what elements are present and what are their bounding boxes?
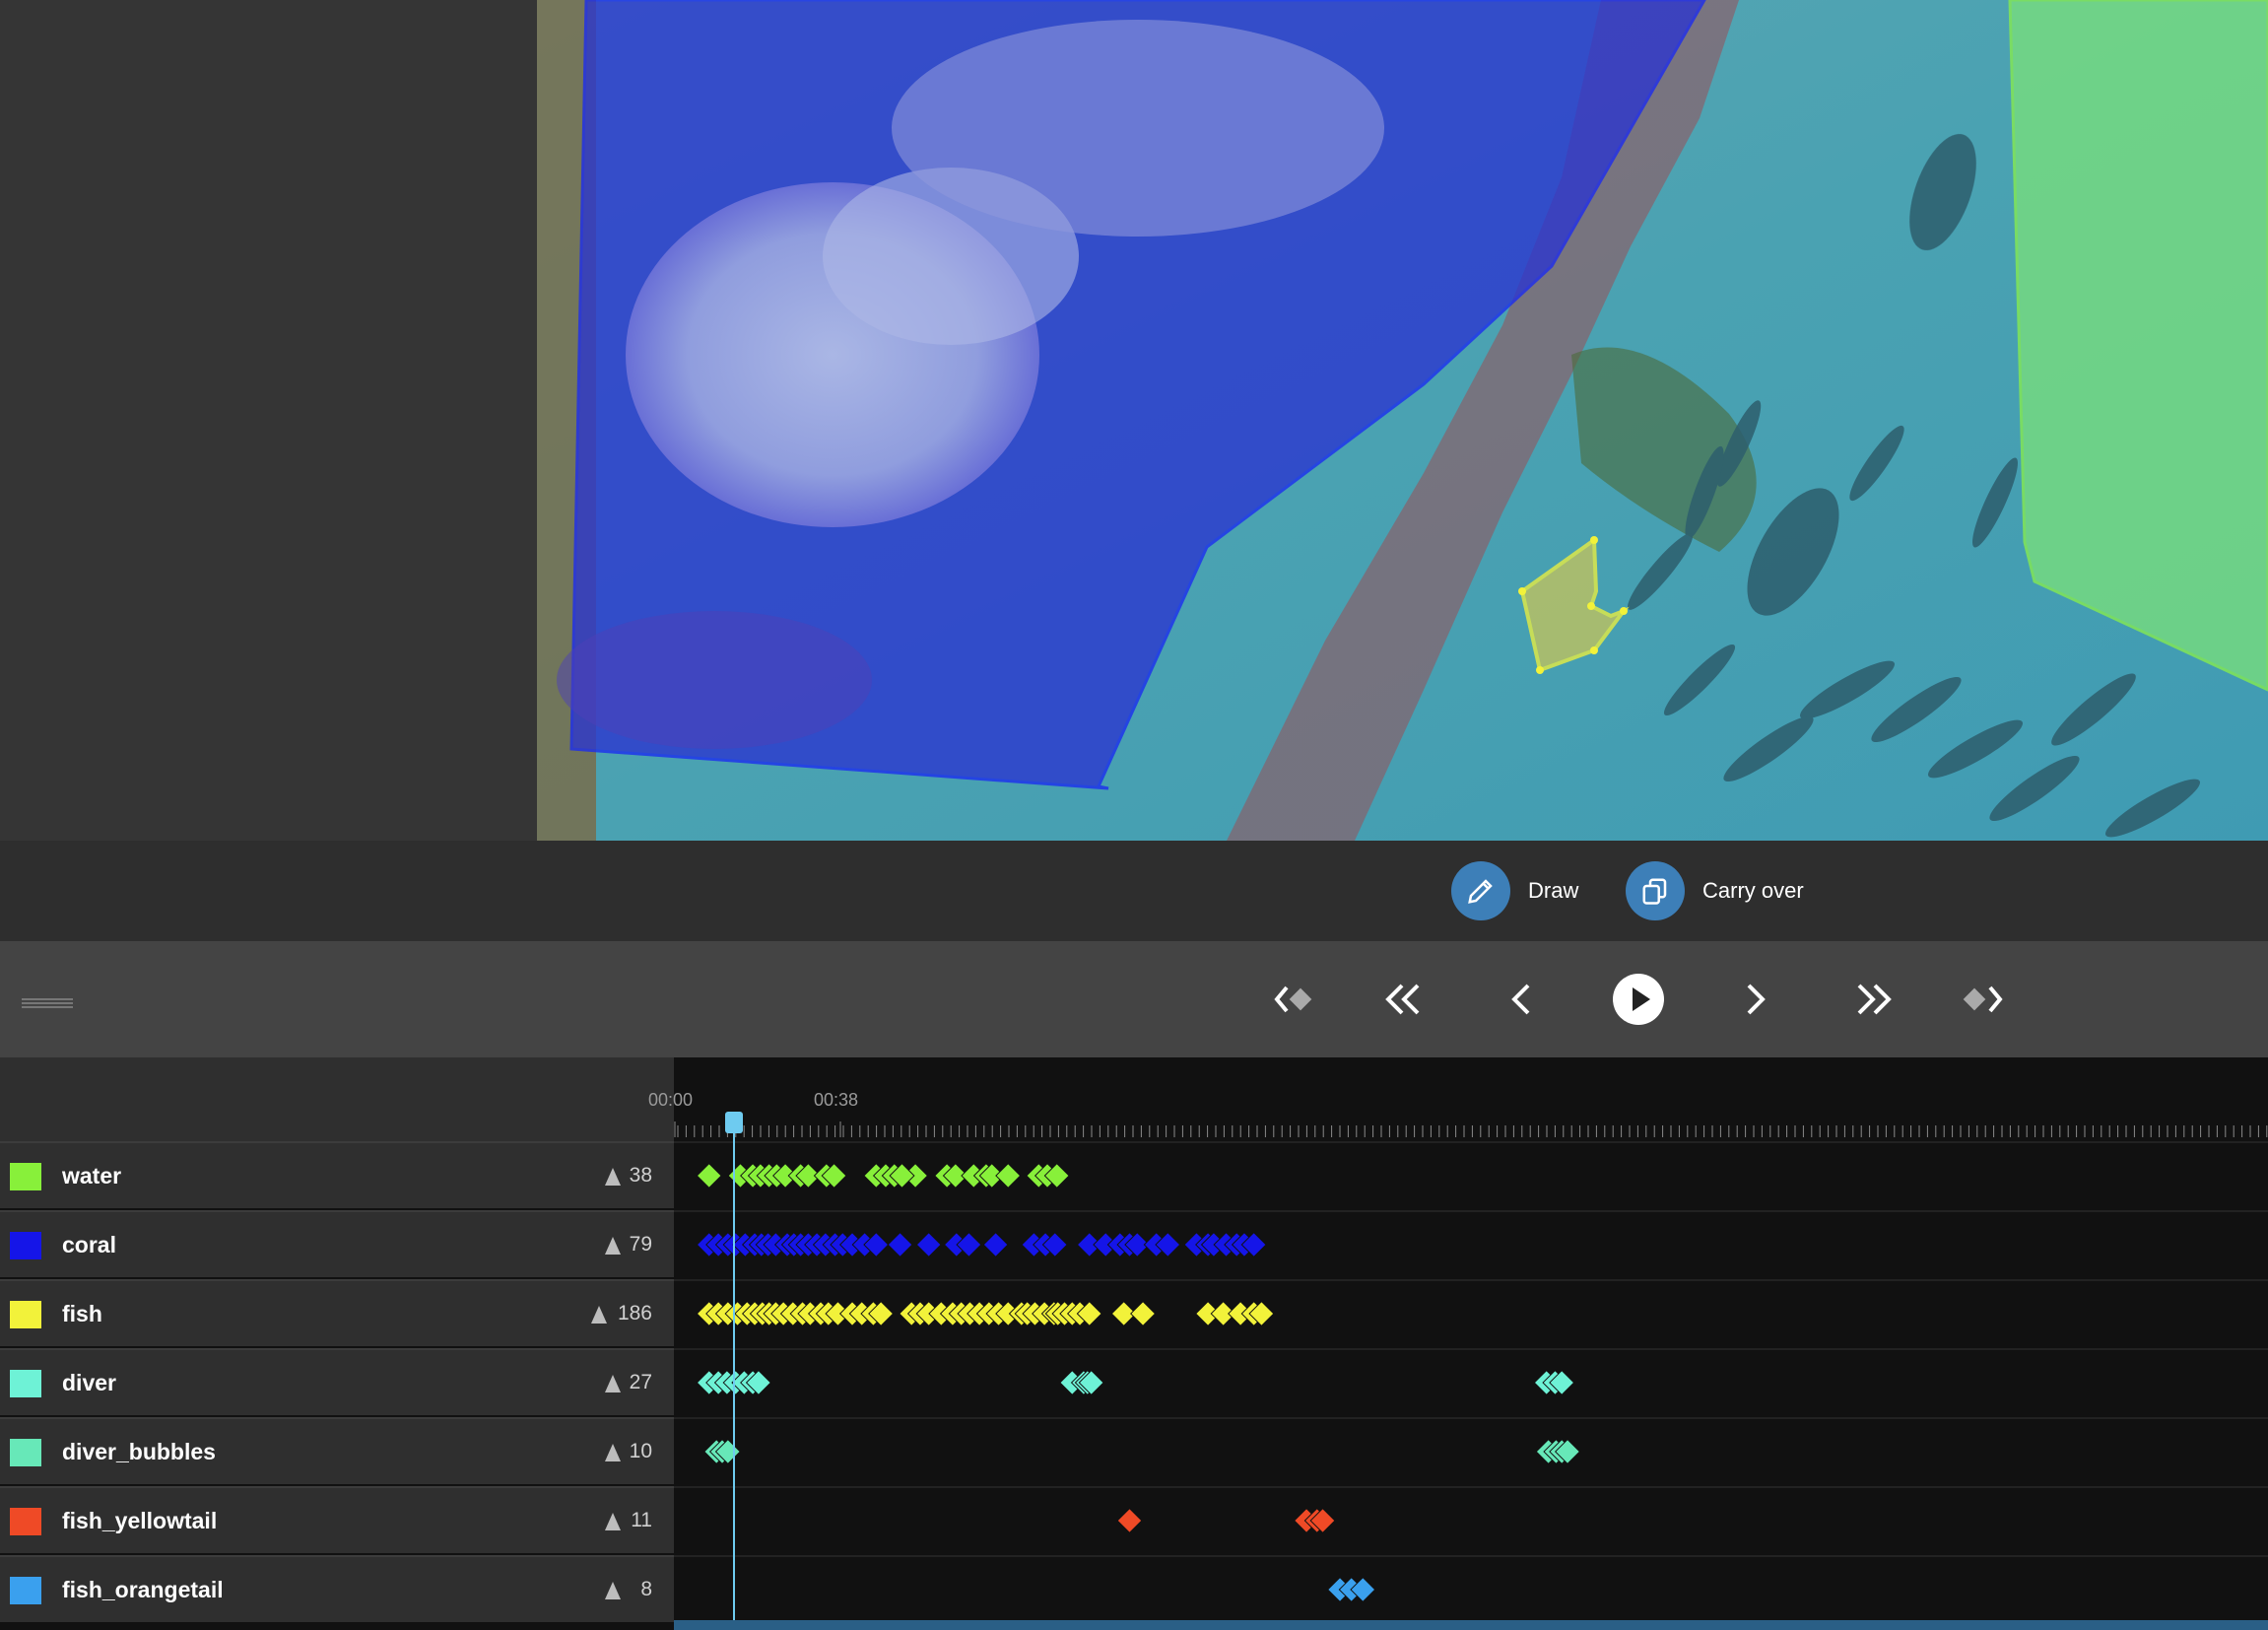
water-annotation-polygon	[2008, 0, 2268, 692]
tool-bar	[0, 841, 2268, 941]
first-keyframe-icon	[1274, 985, 1312, 1013]
track-name: fish_orangetail	[62, 1577, 224, 1602]
track-color-swatch	[10, 1370, 41, 1397]
keyframe-marker[interactable]	[982, 1231, 1009, 1258]
track-name: coral	[62, 1232, 116, 1257]
track-name: water	[62, 1163, 122, 1189]
last-keyframe-icon	[1963, 985, 2003, 1013]
triangle-icon	[605, 1375, 621, 1392]
keyframe-marker[interactable]	[696, 1162, 722, 1189]
track-label-fish_orangetail[interactable]: fish_orangetail 8	[0, 1555, 674, 1622]
track-label-water[interactable]: water 38	[0, 1141, 674, 1208]
keyframe-marker[interactable]	[915, 1231, 942, 1258]
copy-icon	[1626, 861, 1685, 920]
track-name: fish	[62, 1301, 102, 1326]
track-count: 11	[631, 1509, 652, 1531]
track-label-fish_yellowtail[interactable]: fish_yellowtail 11	[0, 1486, 674, 1553]
track-label-diver[interactable]: diver 27	[0, 1348, 674, 1415]
track-label-fish[interactable]: fish 186	[0, 1279, 674, 1346]
triangle-icon	[605, 1582, 621, 1599]
track-name: diver	[62, 1370, 116, 1395]
draw-label: Draw	[1528, 878, 1579, 903]
track-name: fish_yellowtail	[62, 1508, 218, 1533]
pencil-icon	[1451, 861, 1510, 920]
track-lane-fish_orangetail[interactable]	[674, 1555, 2268, 1622]
prev-jump-button[interactable]	[1374, 970, 1434, 1029]
chevron-right-icon	[1747, 984, 1766, 1015]
left-side-panel	[0, 0, 537, 841]
carry-over-label: Carry over	[1702, 878, 1804, 903]
track-count: 79	[629, 1233, 652, 1256]
annotation-canvas[interactable]	[537, 0, 2268, 841]
triangle-icon	[605, 1237, 621, 1255]
track-lane-fish_yellowtail[interactable]	[674, 1486, 2268, 1553]
double-chevron-left-icon	[1385, 984, 1420, 1015]
chevron-left-icon	[1511, 984, 1530, 1015]
time-label-second: 00:38	[814, 1090, 859, 1110]
triangle-icon	[605, 1444, 621, 1461]
video-frame[interactable]	[537, 0, 2268, 841]
track-color-swatch	[10, 1232, 41, 1259]
keyframe-marker[interactable]	[887, 1231, 913, 1258]
triangle-icon	[605, 1168, 621, 1186]
playhead-line	[733, 1121, 735, 1630]
play-button[interactable]	[1609, 970, 1668, 1029]
track-name: diver_bubbles	[62, 1439, 216, 1464]
play-icon	[1613, 974, 1664, 1025]
ruler-label-area	[0, 1057, 674, 1141]
triangle-icon	[605, 1513, 621, 1530]
keyframe-marker[interactable]	[1116, 1507, 1143, 1534]
prev-frame-button[interactable]	[1492, 970, 1551, 1029]
time-ruler[interactable]	[674, 1121, 2268, 1137]
first-keyframe-button[interactable]	[1268, 970, 1327, 1029]
track-color-swatch	[10, 1301, 41, 1328]
resize-handle-icon[interactable]	[22, 996, 73, 1008]
track-color-swatch	[10, 1163, 41, 1190]
track-lane-water[interactable]	[674, 1141, 2268, 1208]
last-keyframe-button[interactable]	[1950, 970, 2009, 1029]
track-lane-coral[interactable]	[674, 1210, 2268, 1277]
track-count: 8	[640, 1578, 652, 1600]
track-lane-diver[interactable]	[674, 1348, 2268, 1415]
carry-over-button[interactable]: Carry over	[1626, 861, 1804, 920]
double-chevron-right-icon	[1857, 984, 1892, 1015]
track-count: 38	[629, 1164, 652, 1187]
transport-bar	[0, 941, 2268, 1057]
track-count: 186	[617, 1302, 652, 1324]
timeline-scrollbar[interactable]	[674, 1620, 2268, 1630]
playhead-handle[interactable]	[725, 1112, 743, 1133]
track-label-coral[interactable]: coral 79	[0, 1210, 674, 1277]
keyframe-marker[interactable]	[1130, 1300, 1157, 1327]
triangle-icon	[591, 1306, 607, 1324]
track-count: 27	[629, 1371, 652, 1393]
track-lane-fish[interactable]	[674, 1279, 2268, 1346]
track-color-swatch	[10, 1439, 41, 1466]
track-count: 10	[629, 1440, 652, 1462]
track-label-diver_bubbles[interactable]: diver_bubbles 10	[0, 1417, 674, 1484]
keyframe-marker[interactable]	[995, 1162, 1022, 1189]
track-color-swatch	[10, 1577, 41, 1604]
next-jump-button[interactable]	[1843, 970, 1902, 1029]
time-label-start: 00:00	[648, 1090, 694, 1110]
draw-button[interactable]: Draw	[1451, 861, 1578, 920]
track-lane-diver_bubbles[interactable]	[674, 1417, 2268, 1484]
track-color-swatch	[10, 1508, 41, 1535]
next-frame-button[interactable]	[1726, 970, 1785, 1029]
